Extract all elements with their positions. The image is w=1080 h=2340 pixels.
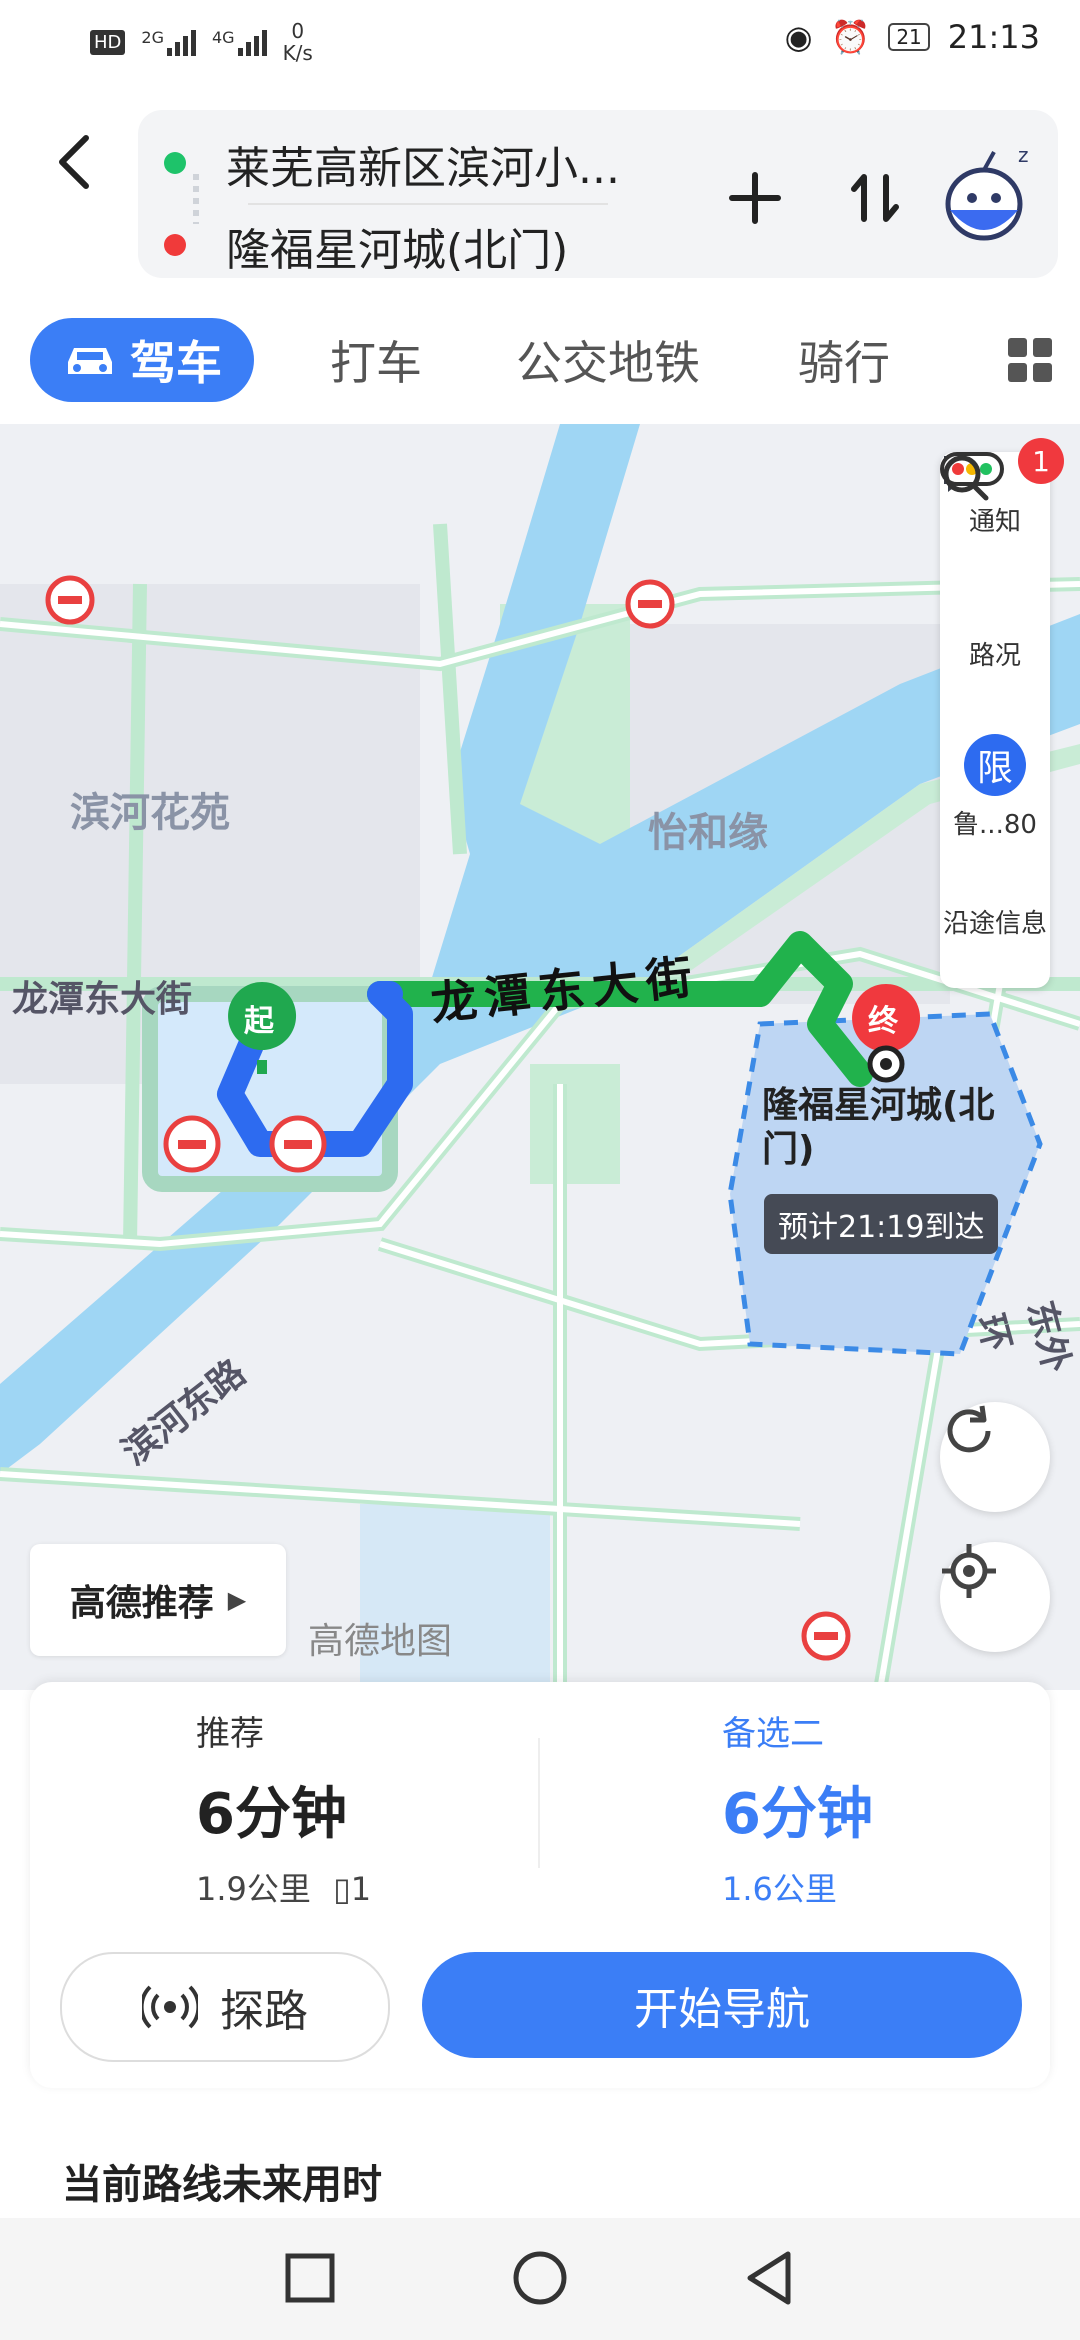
amap-recommend-button[interactable]: 高德推荐 ▶ — [30, 1544, 286, 1656]
network-speed: 0 K/s — [282, 19, 313, 65]
tab-transit-label: 公交地铁 — [516, 336, 700, 390]
recents-button[interactable] — [280, 2248, 340, 2308]
route-header: 莱芜高新区滨河小... 隆福星河城(北门) z — [0, 86, 1080, 296]
chevron-left-icon — [59, 135, 89, 189]
route-option-label: 备选二 — [722, 1714, 824, 1754]
signal-2g-icon: 2G — [141, 28, 196, 56]
route-option-label: 推荐 — [196, 1714, 264, 1754]
start-marker-label: 起 — [244, 1004, 274, 1039]
divider — [248, 203, 608, 205]
play-triangle-icon: ▶ — [227, 1586, 247, 1614]
search-icon — [943, 455, 989, 501]
back-nav-button[interactable] — [740, 2248, 800, 2308]
refresh-button[interactable] — [940, 1402, 1050, 1512]
notice-label: 通知 — [968, 506, 1021, 537]
clock: 21:13 — [947, 18, 1040, 56]
start-navigation-button[interactable]: 开始导航 — [422, 1952, 1022, 2058]
battery-icon: 21 — [888, 23, 930, 51]
route-distance: 1.9公里 ▯1 — [196, 1870, 372, 1908]
car-icon — [68, 348, 112, 374]
assistant-robot-icon: z — [945, 143, 1029, 241]
tab-cycling[interactable]: 骑行 — [798, 318, 890, 402]
tab-drive[interactable]: 驾车 — [30, 318, 254, 402]
more-modes-grid-icon[interactable] — [1008, 338, 1052, 382]
refresh-icon — [947, 1405, 991, 1453]
divider — [538, 1738, 540, 1868]
swap-icon — [851, 174, 899, 222]
svg-text:z: z — [1018, 143, 1029, 167]
hd-indicator: HD — [90, 29, 126, 55]
route-distance: 1.6公里 — [722, 1870, 837, 1908]
probe-label: 探路 — [220, 1986, 308, 2037]
traffic-light-count: 1 — [350, 1870, 372, 1908]
system-nav-bar — [0, 2218, 1080, 2340]
assistant-avatar[interactable]: z — [938, 138, 1038, 248]
restriction-label: 鲁...80 — [953, 809, 1037, 840]
map-tool-rail: 通知 1 路况 限 鲁...80 沿途信息 — [940, 438, 1064, 988]
transport-tabs: 驾车 打车 公交地铁 骑行 — [0, 296, 1080, 424]
locate-icon — [942, 1544, 996, 1598]
traffic-light-small-icon: ▯ — [333, 1870, 351, 1908]
recommend-label: 高德推荐 — [69, 1583, 214, 1624]
route-option-recommended[interactable]: 推荐 6分钟 1.9公里 ▯1 — [196, 1706, 371, 1910]
map-canvas — [0, 424, 1080, 1690]
area-label: 怡和缘 — [648, 810, 768, 856]
route-options-sheet: 推荐 6分钟 1.9公里 ▯1 备选二 6分钟 1.6公里 探路 开始导航 — [30, 1682, 1050, 2088]
alarm-icon: ⏰ — [830, 18, 871, 56]
map-view[interactable]: 滨河花苑 怡和缘 龙潭东大街 龙潭东大街 滨河东路 东外环 起 终 隆福星河城(… — [0, 424, 1080, 1690]
add-waypoint-button[interactable] — [728, 170, 782, 240]
amap-logo: 高德地图 — [308, 1621, 453, 1662]
locate-button[interactable] — [940, 1542, 1050, 1652]
route-option-alternative[interactable]: 备选二 6分钟 1.6公里 — [722, 1706, 873, 1910]
along-route-label: 沿途信息 — [942, 908, 1047, 939]
probe-route-button[interactable]: 探路 — [60, 1952, 390, 2062]
signal-4g-icon: 4G — [212, 28, 267, 56]
tab-transit[interactable]: 公交地铁 — [516, 318, 700, 402]
eta-tooltip: 预计21:19到达 — [764, 1194, 999, 1254]
area-label: 滨河花苑 — [70, 790, 230, 836]
end-dot-icon — [164, 234, 186, 256]
tab-taxi-label: 打车 — [330, 336, 422, 390]
destination-label: 隆福星河城(北门) — [762, 1085, 995, 1170]
road-label: 龙潭东大街 — [12, 979, 193, 1020]
plus-icon — [729, 172, 781, 224]
traffic-label: 路况 — [968, 640, 1021, 671]
connector-dots — [193, 174, 199, 224]
notice-badge: 1 — [1018, 438, 1064, 484]
start-dot-icon — [164, 152, 186, 174]
route-duration: 6分钟 — [722, 1782, 873, 1847]
tab-cycling-label: 骑行 — [798, 336, 890, 390]
radar-icon — [142, 1985, 198, 2029]
route-input-box: 莱芜高新区滨河小... 隆福星河城(北门) z — [138, 110, 1058, 278]
future-time-card[interactable]: 当前路线未来用时 — [30, 2112, 1050, 2232]
home-button[interactable] — [510, 2248, 570, 2308]
status-bar: HD 2G 4G 0 K/s ◉ ⏰ 21 21:13 — [0, 0, 1080, 86]
start-point-text: 莱芜高新区滨河小... — [226, 143, 620, 194]
square-icon — [285, 2253, 335, 2303]
end-marker-label: 终 — [868, 1004, 898, 1039]
swap-button[interactable] — [848, 170, 902, 240]
future-time-title: 当前路线未来用时 — [62, 2162, 382, 2208]
restriction-button[interactable]: 限 鲁...80 — [940, 720, 1050, 854]
restriction-icon: 限 — [964, 733, 1026, 796]
traffic-button[interactable]: 路况 — [940, 452, 1050, 720]
end-point-text: 隆福星河城(北门) — [226, 225, 569, 276]
triangle-back-icon — [747, 2251, 791, 2305]
circle-icon — [513, 2251, 567, 2305]
along-route-button[interactable]: 沿途信息 — [940, 455, 1050, 988]
tab-drive-label: 驾车 — [130, 336, 222, 390]
back-button[interactable] — [44, 122, 104, 202]
eye-icon: ◉ — [784, 18, 813, 56]
route-duration: 6分钟 — [196, 1782, 347, 1847]
start-navigation-label: 开始导航 — [634, 1984, 810, 2035]
tab-taxi[interactable]: 打车 — [330, 318, 422, 402]
